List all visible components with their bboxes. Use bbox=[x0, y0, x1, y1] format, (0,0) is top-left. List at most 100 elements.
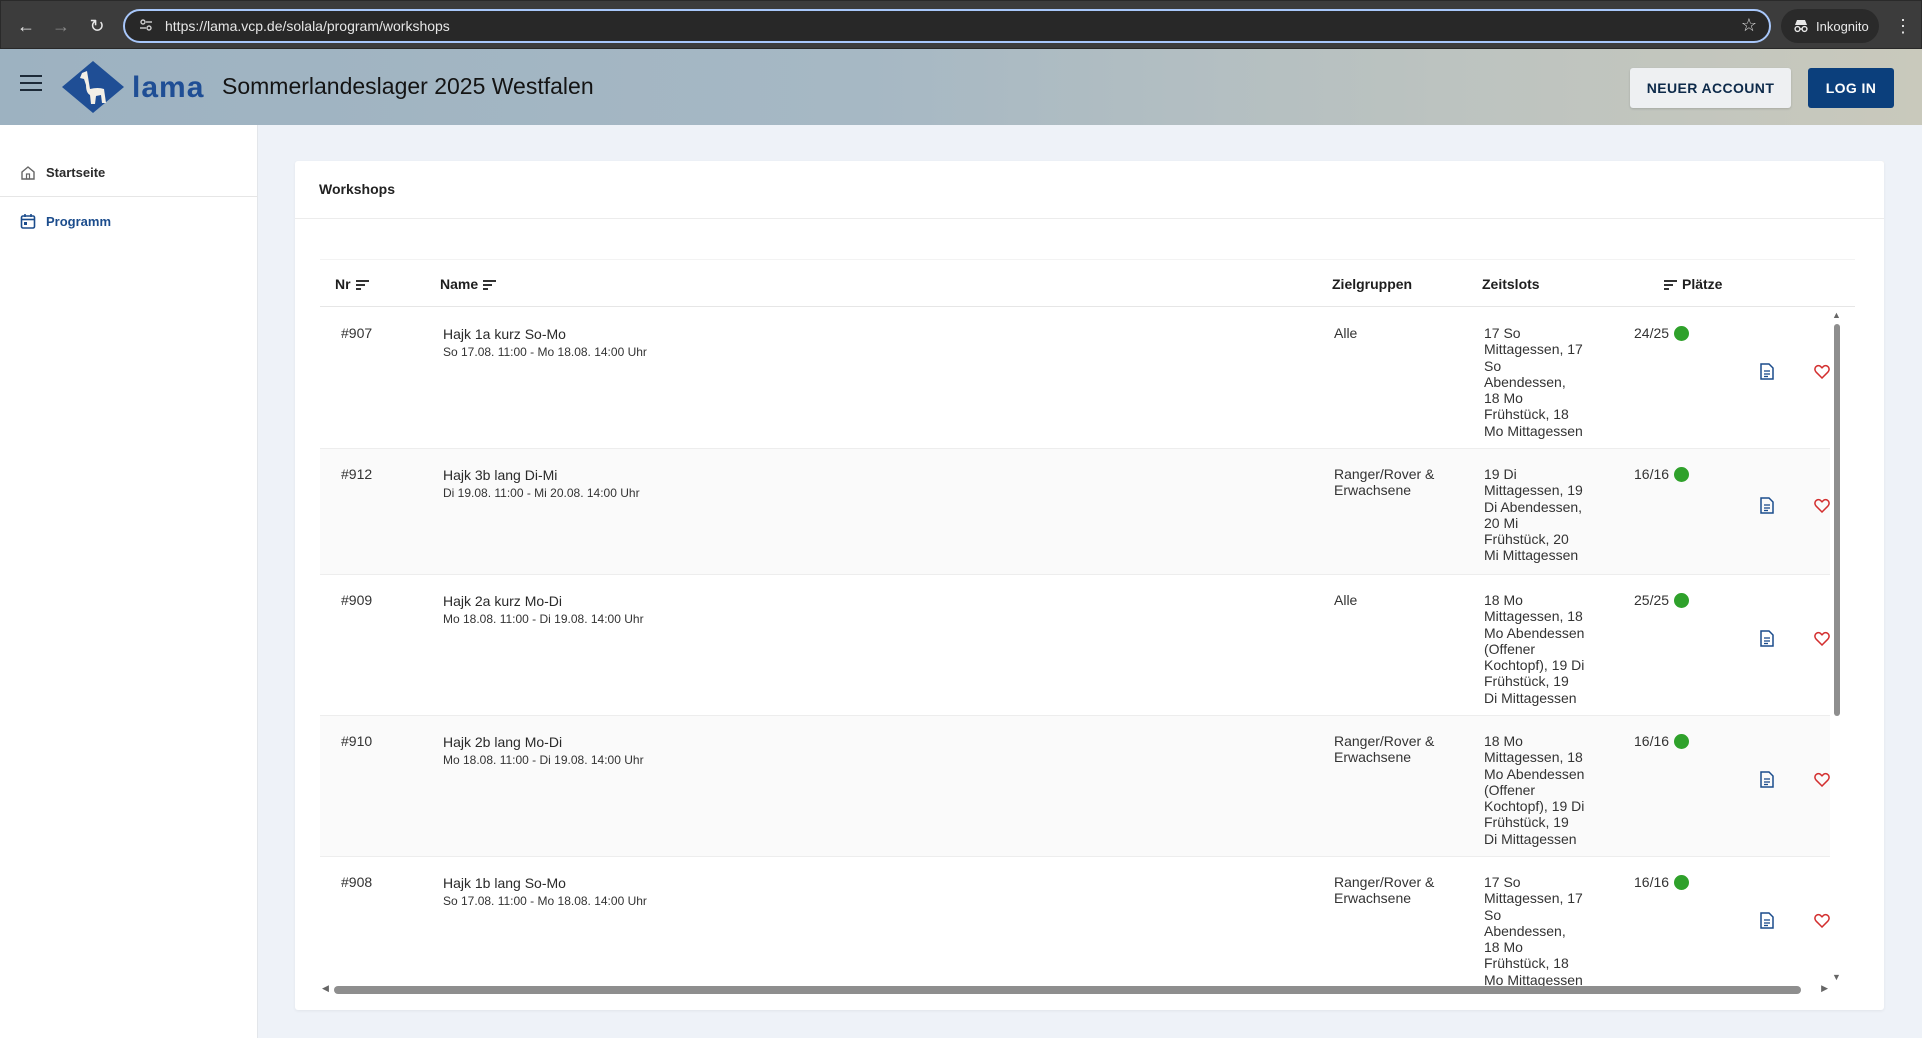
zielgruppen-line: Erwachsene bbox=[1334, 482, 1412, 498]
zielgruppen-line: Ranger/Rover & bbox=[1334, 466, 1435, 482]
site-settings-icon[interactable] bbox=[135, 18, 157, 35]
zeitslot-line: Mittagessen, 17 bbox=[1484, 890, 1583, 907]
zeitslot-line: Mittagessen, 18 bbox=[1484, 608, 1583, 625]
zeitslot-line: Abendessen, bbox=[1484, 922, 1566, 939]
workshop-name[interactable]: Hajk 1a kurz So-Mo bbox=[443, 326, 566, 342]
places-count: 16/16 bbox=[1634, 466, 1670, 482]
workshop-number: #910 bbox=[341, 733, 373, 749]
places-cell: 16/16 bbox=[1634, 466, 1690, 482]
vertical-scrollbar[interactable]: ▲ ▼ bbox=[1830, 310, 1844, 982]
workshop-date: So 17.08. 11:00 - Mo 18.08. 14:00 Uhr bbox=[443, 894, 647, 908]
workshop-name[interactable]: Hajk 2a kurz Mo-Di bbox=[443, 593, 562, 609]
zeitslot-line: Frühstück, 18 bbox=[1484, 406, 1569, 423]
document-icon[interactable] bbox=[1760, 363, 1776, 381]
url-text[interactable]: https://lama.vcp.de/solala/program/works… bbox=[165, 18, 450, 34]
table-row[interactable]: #910 Hajk 2b lang Mo-Di Mo 18.08. 11:00 - … bbox=[320, 716, 1830, 857]
document-icon[interactable] bbox=[1760, 912, 1776, 930]
workshop-number: #909 bbox=[341, 592, 373, 608]
zeitslot-line: (Offener bbox=[1484, 640, 1536, 657]
table-row[interactable]: #908 Hajk 1b lang So-Mo So 17.08. 11:00 - … bbox=[320, 857, 1830, 997]
login-button[interactable]: LOG IN bbox=[1808, 68, 1894, 108]
sidebar-item-label: Startseite bbox=[46, 165, 106, 180]
workshop-name[interactable]: Hajk 1b lang So-Mo bbox=[443, 875, 566, 891]
table-row[interactable]: #909 Hajk 2a kurz Mo-Di Mo 18.08. 11:00 - … bbox=[320, 575, 1830, 716]
sidebar-item-startseite[interactable]: Startseite bbox=[0, 149, 258, 197]
status-dot bbox=[1674, 733, 1690, 749]
zeitslot-line: Di Abendessen, bbox=[1484, 498, 1583, 515]
calendar-icon bbox=[18, 211, 38, 231]
back-arrow-icon[interactable]: ← bbox=[8, 8, 44, 44]
incognito-icon bbox=[1794, 20, 1808, 33]
zeitslots-cell: 18 Mo Mittagessen, 18 Mo Abendessen (Offene… bbox=[1484, 733, 1596, 847]
zeitslot-line: Di Mittagessen bbox=[1484, 830, 1577, 847]
zeitslot-line: (Offener bbox=[1484, 781, 1536, 798]
hamburger-menu-icon[interactable] bbox=[20, 75, 42, 93]
address-bar[interactable]: https://lama.vcp.de/solala/program/works… bbox=[123, 9, 1771, 43]
zielgruppen-cell: Ranger/Rover & Erwachsene bbox=[1334, 874, 1454, 906]
forward-arrow-icon[interactable]: → bbox=[43, 8, 79, 44]
zielgruppen-cell: Ranger/Rover & Erwachsene bbox=[1334, 466, 1454, 498]
table-row[interactable]: #912 Hajk 3b lang Di-Mi Di 19.08. 11:00 - … bbox=[320, 449, 1830, 575]
workshop-date: Di 19.08. 11:00 - Mi 20.08. 14:00 Uhr bbox=[443, 486, 640, 500]
places-cell: 16/16 bbox=[1634, 733, 1690, 749]
column-header-zeitslots: Zeitslots bbox=[1482, 276, 1540, 292]
workshop-name[interactable]: Hajk 2b lang Mo-Di bbox=[443, 734, 562, 750]
column-header-nr[interactable]: Nr bbox=[335, 276, 369, 292]
scroll-down-arrow-icon[interactable]: ▼ bbox=[1832, 972, 1841, 982]
zielgruppen-line: Erwachsene bbox=[1334, 749, 1412, 765]
sidebar-item-programm[interactable]: Programm bbox=[0, 197, 258, 245]
lama-logo[interactable]: lama bbox=[60, 59, 203, 115]
zeitslot-line: 17 So bbox=[1484, 874, 1521, 890]
document-icon[interactable] bbox=[1760, 630, 1776, 648]
logo-text: lama bbox=[132, 71, 205, 104]
table-body: #907 Hajk 1a kurz So-Mo So 17.08. 11:00 - … bbox=[320, 308, 1830, 997]
zeitslot-line: Mittagessen, 18 bbox=[1484, 749, 1583, 766]
zeitslot-line: Mo Abendessen bbox=[1484, 624, 1585, 641]
zeitslot-line: Mittagessen, 19 bbox=[1484, 482, 1583, 499]
zeitslot-line: Mittagessen, 17 bbox=[1484, 341, 1583, 358]
workshop-name[interactable]: Hajk 3b lang Di-Mi bbox=[443, 467, 557, 483]
page-title: Sommerlandeslager 2025 Westfalen bbox=[222, 73, 594, 99]
places-cell: 24/25 bbox=[1634, 325, 1690, 341]
app-header: lama Sommerlandeslager 2025 Westfalen NE… bbox=[0, 49, 1922, 125]
zeitslots-cell: 19 Di Mittagessen, 19 Di Abendessen, 20 Mi F… bbox=[1484, 466, 1596, 564]
workshop-date: Mo 18.08. 11:00 - Di 19.08. 14:00 Uhr bbox=[443, 753, 644, 767]
zielgruppen-cell: Alle bbox=[1334, 592, 1454, 608]
table-row[interactable]: #907 Hajk 1a kurz So-Mo So 17.08. 11:00 - … bbox=[320, 308, 1830, 449]
scrollbar-thumb[interactable] bbox=[334, 986, 1801, 994]
zeitslot-line: So bbox=[1484, 906, 1502, 923]
scrollbar-thumb[interactable] bbox=[1834, 324, 1840, 716]
more-menu-icon[interactable]: ⋮ bbox=[1889, 8, 1917, 44]
divider bbox=[295, 218, 1884, 219]
zeitslot-line: So bbox=[1484, 357, 1502, 374]
zeitslot-line: Frühstück, 20 bbox=[1484, 531, 1569, 548]
zeitslot-line: Frühstück, 19 bbox=[1484, 673, 1569, 690]
zielgruppen-cell: Alle bbox=[1334, 325, 1454, 341]
sort-icon[interactable] bbox=[355, 279, 369, 290]
scroll-right-arrow-icon[interactable]: ▶ bbox=[1821, 983, 1828, 994]
scroll-up-arrow-icon[interactable]: ▲ bbox=[1832, 310, 1841, 320]
bookmark-star-icon[interactable]: ☆ bbox=[1741, 15, 1757, 36]
workshop-date: So 17.08. 11:00 - Mo 18.08. 14:00 Uhr bbox=[443, 345, 647, 359]
places-cell: 25/25 bbox=[1634, 592, 1690, 608]
scroll-left-arrow-icon[interactable]: ◀ bbox=[322, 983, 329, 994]
sort-icon[interactable] bbox=[483, 279, 497, 290]
zielgruppen-line: Erwachsene bbox=[1334, 890, 1412, 906]
document-icon[interactable] bbox=[1760, 771, 1776, 789]
zielgruppen-line: Ranger/Rover & bbox=[1334, 874, 1435, 890]
column-header-plaetze[interactable]: Plätze bbox=[1664, 276, 1722, 292]
sort-icon[interactable] bbox=[1664, 279, 1677, 290]
column-header-name[interactable]: Name bbox=[440, 276, 497, 292]
document-icon[interactable] bbox=[1760, 497, 1776, 515]
incognito-badge[interactable]: Inkognito bbox=[1781, 9, 1879, 43]
zeitslot-line: Frühstück, 19 bbox=[1484, 814, 1569, 831]
new-account-button[interactable]: NEUER ACCOUNT bbox=[1630, 68, 1791, 108]
workshops-card: Workshops Nr Name Zielgruppen Zeitslots … bbox=[295, 161, 1884, 1010]
horizontal-scrollbar[interactable]: ◀ ▶ bbox=[320, 982, 1830, 996]
places-count: 16/16 bbox=[1634, 733, 1670, 749]
zeitslot-line: 18 Mo bbox=[1484, 939, 1523, 956]
reload-icon[interactable]: ↻ bbox=[79, 8, 115, 44]
zeitslot-line: Kochtopf), 19 Di bbox=[1484, 657, 1585, 674]
home-icon bbox=[18, 163, 38, 183]
zeitslot-line: 20 Mi bbox=[1484, 514, 1519, 531]
